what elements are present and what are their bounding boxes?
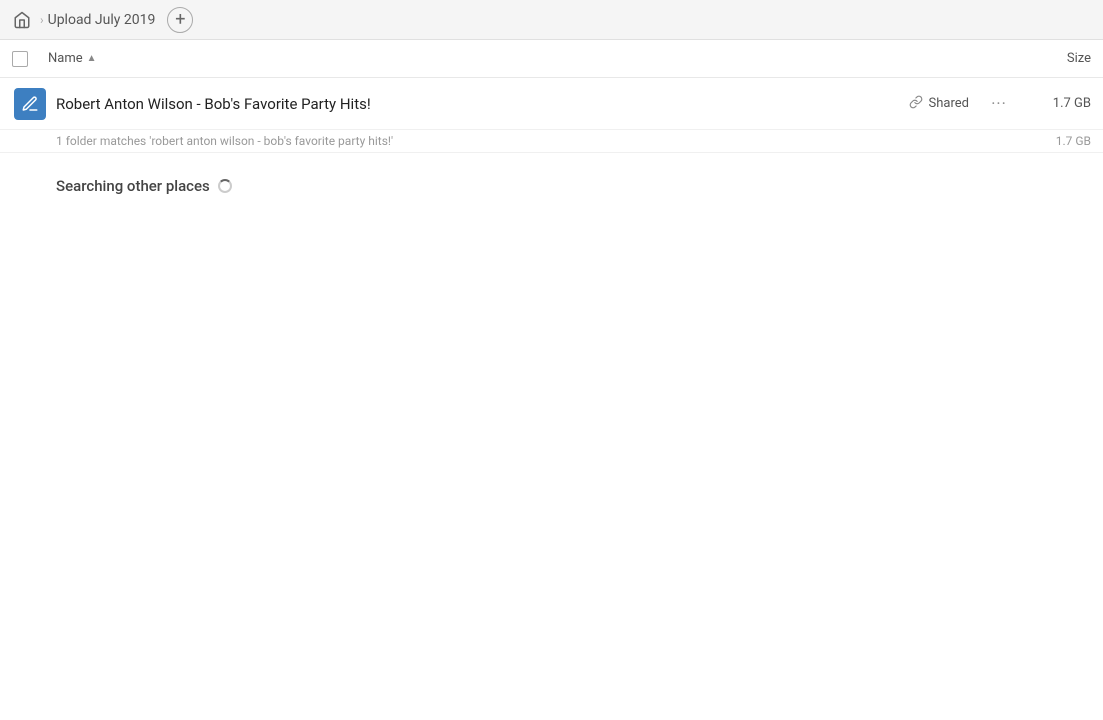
- shared-area: Shared: [909, 95, 969, 113]
- name-column-label: Name: [48, 51, 83, 66]
- table-row[interactable]: Robert Anton Wilson - Bob's Favorite Par…: [0, 78, 1103, 130]
- match-hint-size: 1.7 GB: [1056, 134, 1091, 148]
- column-header-row: Name ▲ Size: [0, 40, 1103, 78]
- breadcrumb-separator: ›: [40, 13, 44, 27]
- file-name: Robert Anton Wilson - Bob's Favorite Par…: [48, 95, 909, 113]
- folder-pencil-icon: [14, 88, 46, 120]
- select-all-checkbox-col[interactable]: [12, 51, 48, 67]
- home-icon[interactable]: [12, 10, 32, 30]
- shared-label: Shared: [929, 96, 969, 111]
- match-hint-text: 1 folder matches 'robert anton wilson - …: [56, 134, 393, 148]
- sort-arrow-icon: ▲: [87, 53, 97, 64]
- add-button[interactable]: +: [167, 7, 193, 33]
- breadcrumb-item[interactable]: Upload July 2019: [48, 12, 156, 28]
- match-hint-row: 1 folder matches 'robert anton wilson - …: [0, 130, 1103, 153]
- file-size: 1.7 GB: [1021, 96, 1091, 111]
- loading-spinner: [218, 179, 232, 193]
- select-all-checkbox[interactable]: [12, 51, 28, 67]
- file-icon-cell: [12, 88, 48, 120]
- searching-row: Searching other places: [0, 153, 1103, 207]
- size-column-header[interactable]: Size: [1011, 51, 1091, 66]
- top-bar: › Upload July 2019 +: [0, 0, 1103, 40]
- searching-label: Searching other places: [56, 177, 210, 195]
- name-column-header[interactable]: Name ▲: [48, 51, 1011, 66]
- more-options-button[interactable]: ···: [985, 90, 1013, 118]
- link-icon: [909, 95, 923, 113]
